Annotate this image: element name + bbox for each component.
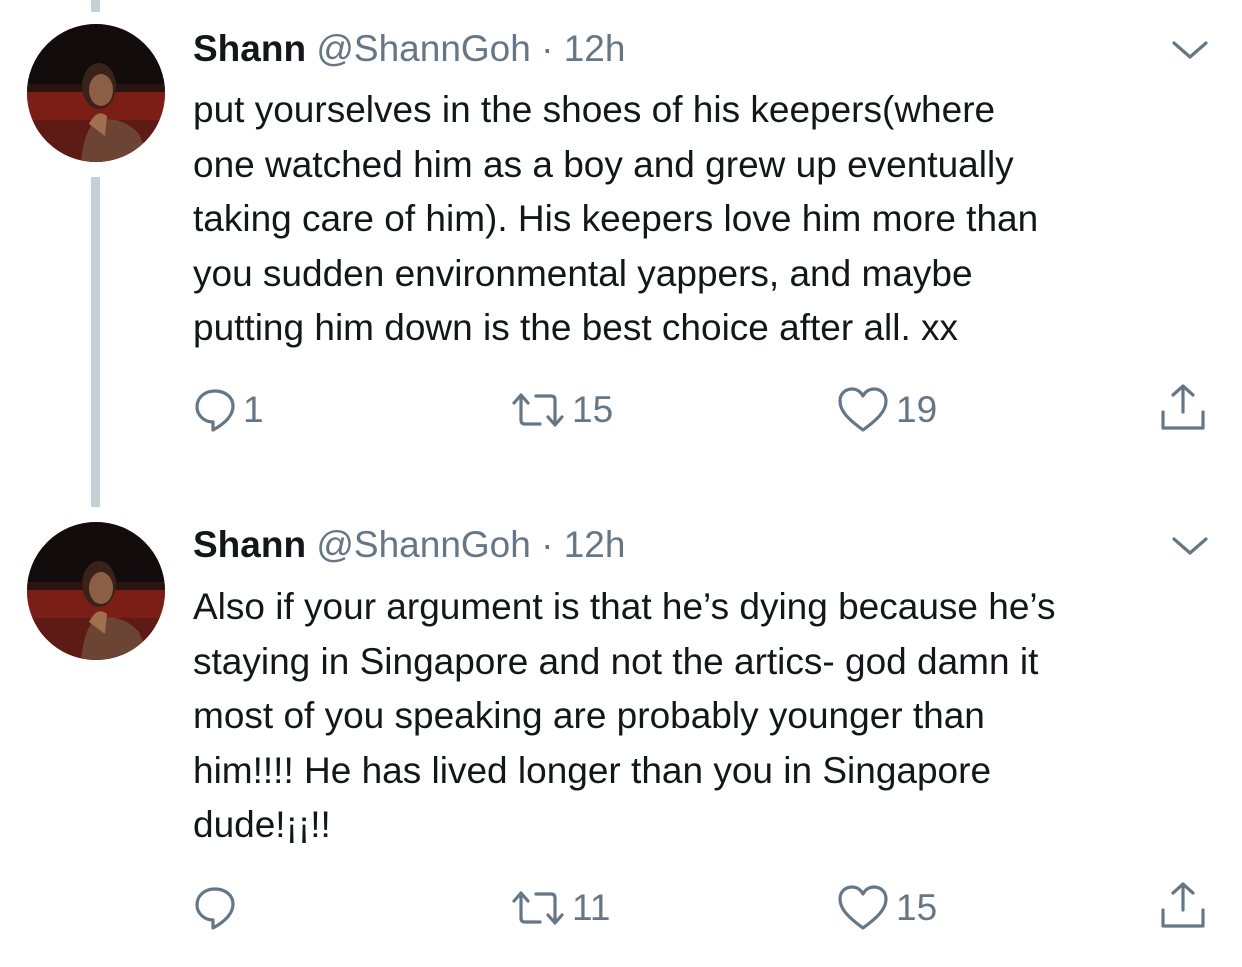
tweet[interactable]: Shann @ShannGoh · 12h Also if your argum… <box>0 500 1242 967</box>
chevron-down-icon[interactable] <box>1168 530 1212 560</box>
timestamp[interactable]: 12h <box>564 524 626 565</box>
retweet-button[interactable]: 11 <box>510 883 610 933</box>
tweet-text: put yourselves in the shoes of his keepe… <box>193 83 1233 356</box>
like-button[interactable]: 15 <box>836 883 937 933</box>
retweet-icon <box>512 891 564 925</box>
display-name[interactable]: Shann <box>193 28 306 69</box>
separator-dot: · <box>541 28 554 69</box>
share-icon <box>1161 384 1205 430</box>
share-button[interactable] <box>1158 383 1208 433</box>
share-button[interactable] <box>1158 881 1208 931</box>
retweet-count: 15 <box>572 389 614 430</box>
tweet-header: Shann @ShannGoh · 12h <box>193 27 625 71</box>
tweet-text: Also if your argument is that he’s dying… <box>193 580 1233 853</box>
retweet-icon <box>512 393 564 427</box>
username[interactable]: @ShannGoh <box>316 28 530 69</box>
chevron-down-icon[interactable] <box>1168 34 1212 64</box>
tweet-text-line: him!!!! He has lived longer than you in … <box>193 749 992 791</box>
timestamp[interactable]: 12h <box>564 28 626 69</box>
tweet-text-line: dude!¡¡!! <box>193 804 331 845</box>
tweet-text-line: Also if your argument is that he’s dying… <box>193 586 1056 627</box>
tweet-header: Shann @ShannGoh · 12h <box>193 523 625 567</box>
tweet-text-line: one watched him as a boy and grew up eve… <box>193 143 1014 185</box>
tweet-text-line: taking care of him). His keepers love hi… <box>193 198 1039 239</box>
tweet[interactable]: Shann @ShannGoh · 12h put yourselves in … <box>0 0 1242 500</box>
reply-icon <box>195 389 235 432</box>
reply-button[interactable]: 1 <box>193 385 264 435</box>
username[interactable]: @ShannGoh <box>316 524 530 565</box>
display-name[interactable]: Shann <box>193 524 306 565</box>
reply-button[interactable] <box>193 883 243 933</box>
like-button[interactable]: 19 <box>836 385 937 435</box>
tweet-text-line: you sudden environmental yappers, and ma… <box>193 252 973 294</box>
retweet-count: 11 <box>572 887 611 928</box>
avatar[interactable] <box>27 522 165 660</box>
separator-dot: · <box>541 524 554 565</box>
like-count: 19 <box>896 389 938 430</box>
retweet-button[interactable]: 15 <box>510 385 613 435</box>
reply-count: 1 <box>243 389 264 430</box>
like-count: 15 <box>896 887 938 928</box>
tweet-text-line: staying in Singapore and not the artics-… <box>193 640 1039 682</box>
heart-icon <box>838 885 888 930</box>
tweet-text-line: putting him down is the best choice afte… <box>193 307 959 348</box>
heart-icon <box>838 387 888 432</box>
tweet-text-line: most of you speaking are probably younge… <box>193 695 985 736</box>
avatar[interactable] <box>27 24 165 162</box>
tweet-text-line: put yourselves in the shoes of his keepe… <box>193 89 996 130</box>
share-icon <box>1161 882 1205 928</box>
reply-icon <box>195 887 235 930</box>
